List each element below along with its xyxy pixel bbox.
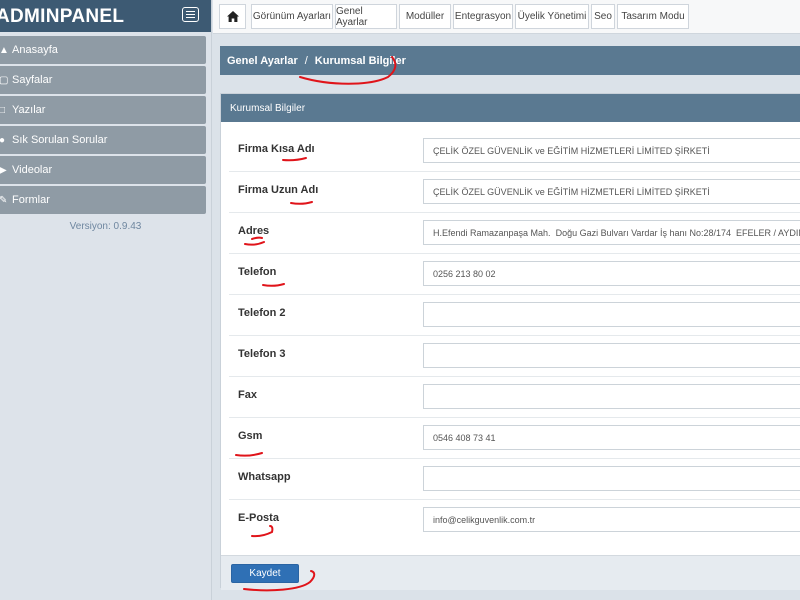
field-label: Firma Kısa Adı: [238, 143, 315, 155]
form-panel: Kurumsal Bilgiler Firma Kısa Adı Firma U…: [220, 93, 800, 590]
video-icon: ▶: [0, 164, 7, 176]
field-label: Telefon: [238, 266, 277, 278]
sidebar-item-sss[interactable]: ● Sık Sorulan Sorular: [0, 126, 206, 154]
sidebar-item-yazilar[interactable]: □ Yazılar: [0, 96, 206, 124]
gsm-input[interactable]: [423, 425, 800, 450]
field-label: Gsm: [238, 430, 263, 442]
form-footer: Kaydet: [221, 555, 800, 590]
tab-tasarim-modu[interactable]: Tasarım Modu: [617, 4, 689, 29]
edit-icon: ✎: [0, 194, 8, 206]
sidebar-item-anasayfa[interactable]: ▲ Anasayfa: [0, 36, 206, 64]
form-row-fax: Fax: [229, 377, 800, 418]
breadcrumb-parent-link[interactable]: Genel Ayarlar: [227, 55, 298, 67]
sidebar-item-videolar[interactable]: ▶ Videolar: [0, 156, 206, 184]
sidebar-item-label: Sayfalar: [12, 74, 53, 86]
whatsapp-input[interactable]: [423, 466, 800, 491]
firma-uzun-adi-input[interactable]: [423, 179, 800, 204]
form-row-firma-kisa-adi: Firma Kısa Adı: [229, 131, 800, 172]
fax-input[interactable]: [423, 384, 800, 409]
tab-uyelik-yonetimi[interactable]: Üyelik Yönetimi: [515, 4, 589, 29]
telefon-2-input[interactable]: [423, 302, 800, 327]
field-label: Whatsapp: [238, 471, 291, 483]
sidebar: ADMINPANEL ▲ Anasayfa ▢ Sayfalar □ Yazıl…: [0, 0, 212, 600]
sidebar-nav: ▲ Anasayfa ▢ Sayfalar □ Yazılar ● Sık So…: [0, 36, 206, 216]
sidebar-item-label: Sık Sorulan Sorular: [12, 134, 108, 146]
breadcrumb-current: Kurumsal Bilgiler: [314, 54, 406, 67]
field-label: Adres: [238, 225, 270, 237]
tab-genel-ayarlar[interactable]: Genel Ayarlar: [335, 4, 397, 29]
brand-bar: ADMINPANEL: [0, 0, 211, 32]
field-label: E-Posta: [238, 512, 279, 524]
telefon-input[interactable]: [423, 261, 800, 286]
menu-toggle-icon[interactable]: [182, 7, 199, 22]
brand-logo[interactable]: ADMINPANEL: [0, 6, 124, 28]
sidebar-item-label: Yazılar: [12, 104, 46, 116]
form-row-e-posta: E-Posta: [229, 500, 800, 541]
top-nav: Görünüm Ayarları Genel Ayarlar Modüller …: [213, 0, 800, 34]
field-label: Telefon 2: [238, 307, 286, 319]
form-row-telefon-3: Telefon 3: [229, 336, 800, 377]
telefon-3-input[interactable]: [423, 343, 800, 368]
firma-kisa-adi-input[interactable]: [423, 138, 800, 163]
form-row-whatsapp: Whatsapp: [229, 459, 800, 500]
home-icon: [226, 11, 239, 22]
sidebar-item-formlar[interactable]: ✎ Formlar: [0, 186, 206, 214]
form-row-telefon: Telefon: [229, 254, 800, 295]
form-row-adres: Adres: [229, 213, 800, 254]
tab-home[interactable]: [219, 4, 246, 29]
pages-icon: ▢: [0, 74, 9, 86]
breadcrumb: Genel Ayarlar / Kurumsal Bilgiler: [220, 46, 800, 75]
panel-title: Kurumsal Bilgiler: [221, 94, 800, 122]
tab-seo[interactable]: Seo: [591, 4, 615, 29]
save-button[interactable]: Kaydet: [231, 564, 299, 583]
adres-input[interactable]: [423, 220, 800, 245]
version-label: Versiyon: 0.9.43: [69, 221, 142, 232]
sidebar-item-label: Videolar: [12, 164, 53, 176]
form-row-gsm: Gsm: [229, 418, 800, 459]
sidebar-item-sayfalar[interactable]: ▢ Sayfalar: [0, 66, 206, 94]
sidebar-item-label: Formlar: [12, 194, 50, 206]
field-label: Telefon 3: [238, 348, 286, 360]
field-label: Firma Uzun Adı: [238, 184, 319, 196]
home-icon: ▲: [0, 44, 9, 56]
file-icon: □: [0, 104, 6, 116]
field-label: Fax: [238, 389, 257, 401]
breadcrumb-separator: /: [304, 54, 308, 67]
sidebar-item-label: Anasayfa: [12, 44, 58, 56]
tab-gorunum-ayarlari[interactable]: Görünüm Ayarları: [251, 4, 333, 29]
e-posta-input[interactable]: [423, 507, 800, 532]
tab-entegrasyon[interactable]: Entegrasyon: [453, 4, 513, 29]
form-row-telefon-2: Telefon 2: [229, 295, 800, 336]
tab-moduller[interactable]: Modüller: [399, 4, 451, 29]
question-icon: ●: [0, 134, 6, 146]
form-row-firma-uzun-adi: Firma Uzun Adı: [229, 172, 800, 213]
